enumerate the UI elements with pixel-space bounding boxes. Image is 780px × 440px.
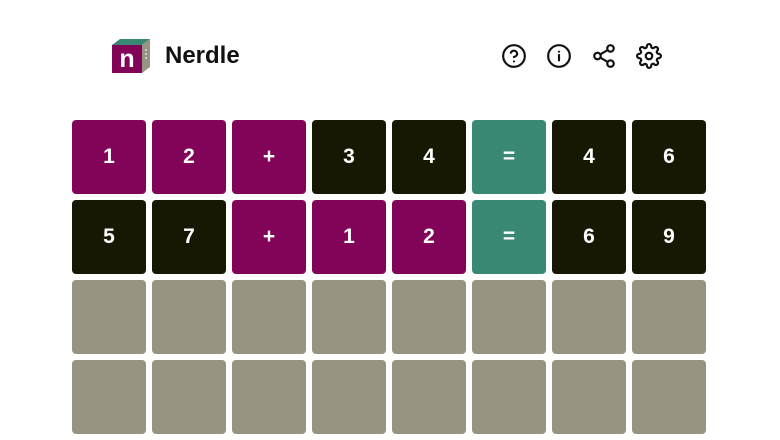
tile-r4-c2 <box>152 360 226 434</box>
tile-r2-c6: = <box>472 200 546 274</box>
header: n Nerdle <box>0 0 780 100</box>
tile-r2-c8: 9 <box>632 200 706 274</box>
tile-r1-c2: 2 <box>152 120 226 194</box>
tile-r1-c3: + <box>232 120 306 194</box>
tile-r3-c3 <box>232 280 306 354</box>
tile-r2-c1: 5 <box>72 200 146 274</box>
app-title: Nerdle <box>165 42 240 69</box>
header-toolbar <box>500 42 663 70</box>
tile-r4-c7 <box>552 360 626 434</box>
tile-r4-c4 <box>312 360 386 434</box>
tile-r4-c8 <box>632 360 706 434</box>
tile-r3-c8 <box>632 280 706 354</box>
logo-letter: n <box>119 45 134 73</box>
tile-r1-c8: 6 <box>632 120 706 194</box>
tile-r2-c7: 6 <box>552 200 626 274</box>
tile-r1-c7: 4 <box>552 120 626 194</box>
tile-r1-c1: 1 <box>72 120 146 194</box>
tile-r1-c5: 4 <box>392 120 466 194</box>
tile-r2-c5: 2 <box>392 200 466 274</box>
tile-r3-c7 <box>552 280 626 354</box>
tile-r1-c4: 3 <box>312 120 386 194</box>
game-board: 1 2 +3 4 = 4 6 5 7 +1 2 = 6 9 <box>72 120 706 434</box>
tile-r2-c2: 7 <box>152 200 226 274</box>
nerdle-logo: n <box>112 39 150 73</box>
tile-r3-c2 <box>152 280 226 354</box>
tile-r4-c1 <box>72 360 146 434</box>
tile-r4-c3 <box>232 360 306 434</box>
tile-r3-c1 <box>72 280 146 354</box>
tile-r4-c6 <box>472 360 546 434</box>
tile-r3-c5 <box>392 280 466 354</box>
tile-r2-c3: + <box>232 200 306 274</box>
tile-r3-c6 <box>472 280 546 354</box>
tile-r1-c6: = <box>472 120 546 194</box>
tile-r2-c4: 1 <box>312 200 386 274</box>
tile-r4-c5 <box>392 360 466 434</box>
share-icon[interactable] <box>590 42 618 70</box>
settings-icon[interactable] <box>635 42 663 70</box>
tile-r3-c4 <box>312 280 386 354</box>
help-icon[interactable] <box>500 42 528 70</box>
info-icon[interactable] <box>545 42 573 70</box>
game-page: n Nerdle 1 2 + 3 4 = 4 6 5 7 + 1 2 = 6 9 <box>0 0 780 440</box>
